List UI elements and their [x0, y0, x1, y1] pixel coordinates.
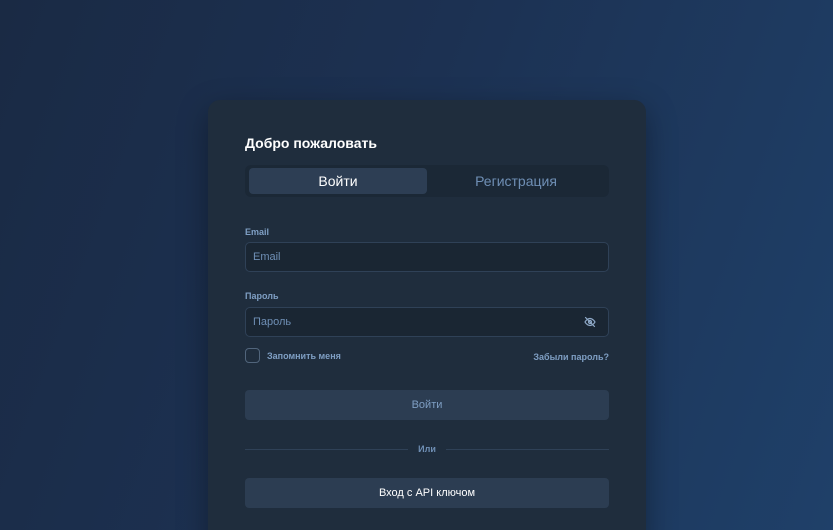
- email-field-wrapper: [245, 242, 609, 272]
- email-label: Email: [245, 227, 270, 237]
- divider-text: Или: [418, 444, 436, 454]
- login-button[interactable]: Войти: [245, 390, 609, 420]
- tab-register[interactable]: Регистрация: [427, 168, 605, 194]
- divider-line-right: [445, 448, 609, 450]
- email-field[interactable]: [246, 243, 608, 271]
- auth-tabs: Войти Регистрация: [245, 165, 609, 197]
- password-label: Пароль: [245, 291, 279, 301]
- or-divider: Или: [245, 442, 609, 456]
- eye-off-icon[interactable]: [583, 315, 597, 329]
- divider-line-left: [245, 448, 409, 450]
- tab-login[interactable]: Войти: [249, 168, 427, 194]
- forgot-password-link[interactable]: Забыли пароль?: [533, 352, 609, 362]
- remember-me[interactable]: Запомнить меня: [245, 348, 341, 363]
- card-title: Добро пожаловать: [245, 135, 377, 151]
- password-field[interactable]: [246, 308, 583, 336]
- password-field-wrapper: [245, 307, 609, 337]
- remember-me-label: Запомнить меня: [267, 350, 341, 361]
- login-card: Добро пожаловать Войти Регистрация Email…: [208, 100, 646, 530]
- api-key-login-button[interactable]: Вход с API ключом: [245, 478, 609, 508]
- remember-me-checkbox[interactable]: [245, 348, 260, 363]
